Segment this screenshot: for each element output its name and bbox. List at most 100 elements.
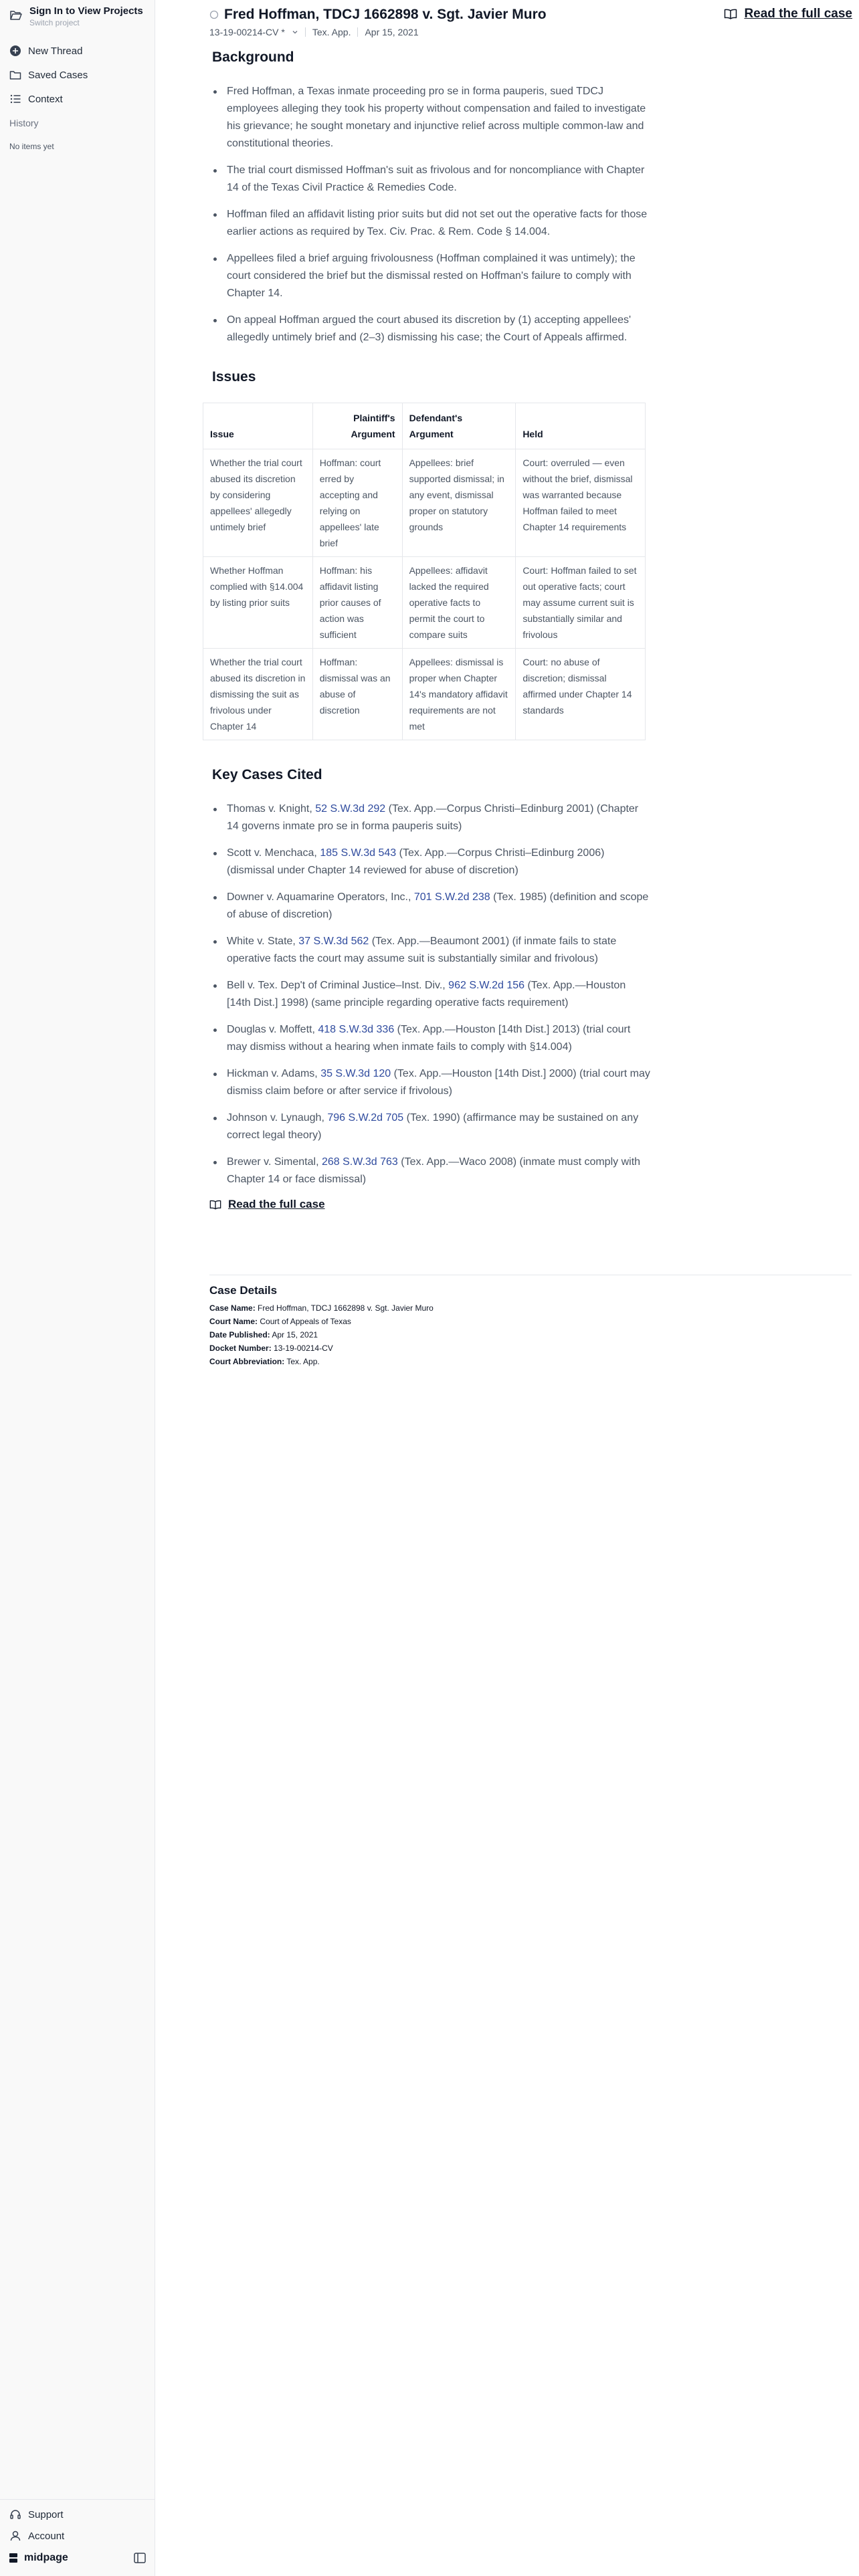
- column-header: Plaintiff's Argument: [312, 403, 403, 449]
- list-item: Hickman v. Adams, 35 S.W.3d 120 (Tex. Ap…: [212, 1065, 651, 1100]
- list-item: Johnson v. Lynaugh, 796 S.W.2d 705 (Tex.…: [212, 1109, 651, 1144]
- case-name: Brewer v. Simental,: [227, 1156, 322, 1168]
- detail-court-abbreviation: Court Abbreviation: Tex. App.: [209, 1355, 611, 1368]
- docket-number: 13-19-00214-CV *: [209, 27, 285, 37]
- case-details: Case Details Case Name: Fred Hoffman, TD…: [209, 1284, 611, 1368]
- table-cell: Court: Hoffman failed to set out operati…: [515, 556, 646, 649]
- table-cell: Court: overruled — even without the brie…: [515, 449, 646, 557]
- chevron-down-icon[interactable]: [292, 29, 298, 35]
- user-icon: [10, 2531, 21, 2541]
- list-item: Scott v. Menchaca, 185 S.W.3d 543 (Tex. …: [212, 845, 651, 879]
- brand: midpage: [9, 2552, 68, 2564]
- table-row: Whether the trial court abused its discr…: [203, 648, 646, 740]
- circle-status-icon: [209, 10, 219, 19]
- list-item: On appeal Hoffman argued the court abuse…: [212, 312, 651, 346]
- citation-link[interactable]: 52 S.W.3d 292: [315, 803, 385, 815]
- detail-value: 13-19-00214-CV: [274, 1344, 333, 1353]
- table-cell: Hoffman: dismissal was an abuse of discr…: [312, 648, 403, 740]
- list-icon: [10, 94, 21, 104]
- background-heading: Background: [212, 49, 294, 65]
- citation-link[interactable]: 701 S.W.2d 238: [414, 891, 490, 903]
- detail-label: Date Published:: [209, 1330, 270, 1339]
- sidebar-item-label: Context: [28, 93, 63, 105]
- citation-link[interactable]: 962 S.W.2d 156: [448, 980, 524, 991]
- published-date: Apr 15, 2021: [365, 27, 419, 37]
- midpage-logo-icon: [9, 2553, 17, 2563]
- case-summary: Background Fred Hoffman, a Texas inmate …: [203, 49, 651, 1211]
- table-cell: Hoffman: his affidavit listing prior cau…: [312, 556, 403, 649]
- citation-link[interactable]: 37 S.W.3d 562: [298, 936, 369, 947]
- read-full-case-link-bottom[interactable]: Read the full case: [209, 1198, 651, 1211]
- column-header: Defendant's Argument: [401, 403, 516, 449]
- citation-link[interactable]: 185 S.W.3d 543: [320, 847, 396, 859]
- case-name: Thomas v. Knight,: [227, 803, 316, 815]
- column-header: Issue: [203, 403, 313, 449]
- case-details-heading: Case Details: [209, 1284, 278, 1297]
- account-link[interactable]: Account: [4, 2525, 151, 2547]
- table-cell: Whether the trial court abused its discr…: [203, 449, 313, 557]
- case-name: Downer v. Aquamarine Operators, Inc.,: [227, 891, 414, 903]
- sidebar-item-context[interactable]: Context: [4, 87, 151, 111]
- sidebar-item-new-thread[interactable]: New Thread: [4, 39, 151, 63]
- list-item: Appellees filed a brief arguing frivolou…: [212, 250, 651, 302]
- sidebar-item-label: New Thread: [28, 45, 83, 57]
- detail-value: Tex. App.: [286, 1357, 320, 1366]
- column-header: Held: [515, 403, 646, 449]
- case-name: Douglas v. Moffett,: [227, 1024, 318, 1035]
- list-item: Thomas v. Knight, 52 S.W.3d 292 (Tex. Ap…: [212, 800, 651, 835]
- meta-divider: [304, 27, 306, 37]
- read-full-case-label: Read the full case: [744, 7, 852, 21]
- citation-link[interactable]: 268 S.W.3d 763: [322, 1156, 398, 1168]
- case-name: Johnson v. Lynaugh,: [227, 1112, 328, 1123]
- list-item: Brewer v. Simental, 268 S.W.3d 763 (Tex.…: [212, 1154, 651, 1188]
- key-cases-heading: Key Cases Cited: [212, 767, 322, 782]
- key-cases-list: Thomas v. Knight, 52 S.W.3d 292 (Tex. Ap…: [212, 800, 651, 1188]
- case-meta: 13-19-00214-CV * Tex. App. Apr 15, 2021: [209, 27, 852, 37]
- table-row: Whether the trial court abused its discr…: [203, 449, 646, 557]
- table-cell: Appellees: brief supported dismissal; in…: [401, 449, 516, 557]
- support-link[interactable]: Support: [4, 2504, 151, 2525]
- project-switcher[interactable]: Sign In to View Projects Switch project: [9, 5, 143, 28]
- table-cell: Whether the trial court abused its discr…: [203, 648, 313, 740]
- detail-label: Court Name:: [209, 1317, 258, 1326]
- table-cell: Appellees: dismissal is proper when Chap…: [401, 648, 516, 740]
- case-name: Bell v. Tex. Dep't of Criminal Justice–I…: [227, 980, 449, 991]
- table-cell: Hoffman: court erred by accepting and re…: [312, 449, 403, 557]
- background-list: Fred Hoffman, a Texas inmate proceeding …: [212, 83, 651, 346]
- sidebar: Sign In to View Projects Switch project …: [0, 0, 155, 2576]
- citation-link[interactable]: 796 S.W.2d 705: [327, 1112, 403, 1123]
- book-open-icon: [209, 1200, 221, 1209]
- table-cell: Court: no abuse of discretion; dismissal…: [515, 648, 646, 740]
- detail-label: Case Name:: [209, 1303, 256, 1313]
- detail-value: Fred Hoffman, TDCJ 1662898 v. Sgt. Javie…: [258, 1303, 434, 1313]
- list-item: The trial court dismissed Hoffman's suit…: [212, 162, 651, 197]
- folder-icon: [9, 71, 21, 80]
- sidebar-toggle-icon[interactable]: [134, 2553, 146, 2563]
- case-name: Scott v. Menchaca,: [227, 847, 320, 859]
- sidebar-item-saved-cases[interactable]: Saved Cases: [4, 63, 151, 87]
- project-subtitle: Switch project: [29, 18, 80, 27]
- detail-case-name: Case Name: Fred Hoffman, TDCJ 1662898 v.…: [209, 1301, 611, 1315]
- meta-divider: [357, 27, 359, 37]
- list-item: Hoffman filed an affidavit listing prior…: [212, 206, 651, 241]
- citation-link[interactable]: 418 S.W.3d 336: [318, 1024, 394, 1035]
- list-item: Fred Hoffman, a Texas inmate proceeding …: [212, 83, 651, 152]
- detail-label: Docket Number:: [209, 1344, 272, 1353]
- detail-value: Apr 15, 2021: [272, 1330, 318, 1339]
- case-name: Hickman v. Adams,: [227, 1068, 321, 1079]
- citation-link[interactable]: 35 S.W.3d 120: [320, 1068, 391, 1079]
- list-item: Douglas v. Moffett, 418 S.W.3d 336 (Tex.…: [212, 1021, 651, 1056]
- main-content: Fred Hoffman, TDCJ 1662898 v. Sgt. Javie…: [156, 0, 859, 2576]
- issues-table: Issue Plaintiff's Argument Defendant's A…: [203, 403, 646, 740]
- detail-label: Court Abbreviation:: [209, 1357, 285, 1366]
- sidebar-item-label: Saved Cases: [28, 69, 88, 81]
- table-row: Whether Hoffman complied with §14.004 by…: [203, 556, 646, 649]
- support-label: Support: [28, 2508, 64, 2520]
- page-title: Fred Hoffman, TDCJ 1662898 v. Sgt. Javie…: [224, 7, 547, 22]
- sidebar-nav: New Thread Saved Cases Context: [4, 39, 151, 111]
- history-empty-text: No items yet: [9, 142, 54, 151]
- read-full-case-label: Read the full case: [228, 1198, 325, 1210]
- read-full-case-link[interactable]: Read the full case: [724, 7, 852, 21]
- plus-circle-icon: [10, 45, 21, 56]
- list-item: Bell v. Tex. Dep't of Criminal Justice–I…: [212, 977, 651, 1012]
